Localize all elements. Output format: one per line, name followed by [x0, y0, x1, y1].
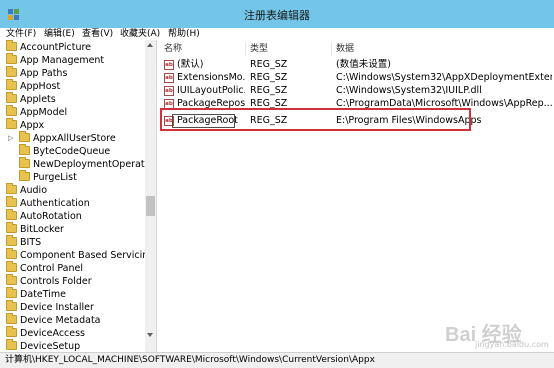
folder-icon	[6, 118, 17, 129]
folder-icon	[19, 144, 30, 155]
value-type: REG_SZ	[250, 72, 288, 83]
value-data: C:\Windows\System32\IUILP.dll	[336, 85, 482, 96]
scroll-up-arrow-icon[interactable]	[147, 43, 153, 47]
menu-file[interactable]: 文件(F)	[6, 28, 36, 40]
folder-icon	[6, 105, 17, 116]
folder-icon	[6, 79, 17, 90]
tree-item-component-based-servicing[interactable]: Component Based Servicing	[6, 248, 154, 262]
folder-icon	[19, 131, 30, 142]
tree-item-appxalluserstore[interactable]: AppxAllUserStore	[19, 131, 116, 145]
value-row[interactable]: ab IUILayoutPolic... REG_SZ C:\Windows\S…	[160, 84, 554, 98]
folder-icon	[6, 209, 17, 220]
tree-item-datetime[interactable]: DateTime	[6, 287, 66, 301]
tree-item-apphost[interactable]: AppHost	[6, 79, 60, 93]
value-row[interactable]: ab (默认) REG_SZ (数值未设置)	[160, 58, 554, 72]
value-name: (默认)	[177, 59, 204, 70]
folder-icon	[6, 40, 17, 51]
value-data: (数值未设置)	[336, 59, 391, 70]
tree-item-purgelist[interactable]: PurgeList	[19, 170, 77, 184]
folder-icon	[6, 300, 17, 311]
folder-icon	[6, 261, 17, 272]
scroll-down-arrow-icon[interactable]	[147, 333, 153, 337]
folder-icon	[19, 170, 30, 181]
value-data: C:\Windows\System32\AppXDeploymentExten.…	[336, 72, 552, 83]
tree-item-control-panel[interactable]: Control Panel	[6, 261, 83, 275]
expand-arrow-icon[interactable]: ▷	[8, 132, 13, 145]
column-header-type[interactable]: 类型	[246, 42, 332, 56]
tree-item-newdeploymentoperation[interactable]: NewDeploymentOperation	[19, 157, 156, 171]
tree-item-devicesetup[interactable]: DeviceSetup	[6, 339, 80, 352]
tree-item-bytecodequeue[interactable]: ByteCodeQueue	[19, 144, 110, 158]
string-value-icon: ab	[164, 86, 174, 96]
menu-edit[interactable]: 编辑(E)	[44, 28, 75, 40]
folder-icon	[6, 183, 17, 194]
column-header-name[interactable]: 名称	[160, 42, 246, 56]
folder-icon	[19, 157, 30, 168]
folder-icon	[6, 222, 17, 233]
menu-bar: 文件(F) 编辑(E) 查看(V) 收藏夹(A) 帮助(H)	[0, 28, 554, 40]
title-bar: 注册表编辑器	[0, 0, 554, 28]
column-header-data[interactable]: 数据	[332, 42, 554, 56]
string-value-icon: ab	[164, 73, 174, 83]
menu-favorites[interactable]: 收藏夹(A)	[120, 28, 160, 40]
tree-item-bitlocker[interactable]: BitLocker	[6, 222, 64, 236]
watermark-url: jingyan.baidu.com	[475, 340, 549, 349]
folder-icon	[6, 313, 17, 324]
tree-item-controls-folder[interactable]: Controls Folder	[6, 274, 92, 288]
tree-scrollbar-thumb[interactable]	[146, 196, 155, 216]
tree-item-device-metadata[interactable]: Device Metadata	[6, 313, 101, 327]
menu-view[interactable]: 查看(V)	[82, 28, 113, 40]
value-type: REG_SZ	[250, 59, 288, 70]
folder-icon	[6, 248, 17, 259]
value-name: IUILayoutPolic...	[177, 85, 245, 96]
tree-item-authentication[interactable]: Authentication	[6, 196, 90, 210]
tree-item-deviceaccess[interactable]: DeviceAccess	[6, 326, 85, 340]
red-highlight-box	[160, 108, 471, 131]
tree-item-applets[interactable]: Applets	[6, 92, 56, 106]
value-type: REG_SZ	[250, 85, 288, 96]
tree-item-appmodel[interactable]: AppModel	[6, 105, 67, 119]
folder-icon	[6, 53, 17, 64]
folder-icon	[6, 287, 17, 298]
status-bar: 计算机\HKEY_LOCAL_MACHINE\SOFTWARE\Microsof…	[0, 352, 554, 368]
folder-icon	[6, 235, 17, 246]
tree-item-app-paths[interactable]: App Paths	[6, 66, 67, 80]
value-row[interactable]: ab ExtensionsMo... REG_SZ C:\Windows\Sys…	[160, 71, 554, 85]
menu-help[interactable]: 帮助(H)	[168, 28, 200, 40]
string-value-icon: ab	[164, 60, 174, 70]
folder-icon	[6, 326, 17, 337]
value-name: ExtensionsMo...	[177, 72, 245, 83]
folder-icon	[6, 339, 17, 350]
tree-item-autorotation[interactable]: AutoRotation	[6, 209, 82, 223]
baidu-jingyan-watermark: Bai 经验 jingyan.baidu.com	[445, 318, 550, 352]
folder-icon	[6, 92, 17, 103]
registry-tree[interactable]: AccountPicture App Management App Paths …	[0, 40, 157, 352]
folder-icon	[6, 196, 17, 207]
tree-item-accountpicture[interactable]: AccountPicture	[6, 40, 91, 54]
window-title: 注册表编辑器	[244, 9, 310, 22]
tree-item-app-management[interactable]: App Management	[6, 53, 104, 67]
tree-item-device-installer[interactable]: Device Installer	[6, 300, 94, 314]
folder-icon	[6, 274, 17, 285]
folder-icon	[6, 66, 17, 77]
